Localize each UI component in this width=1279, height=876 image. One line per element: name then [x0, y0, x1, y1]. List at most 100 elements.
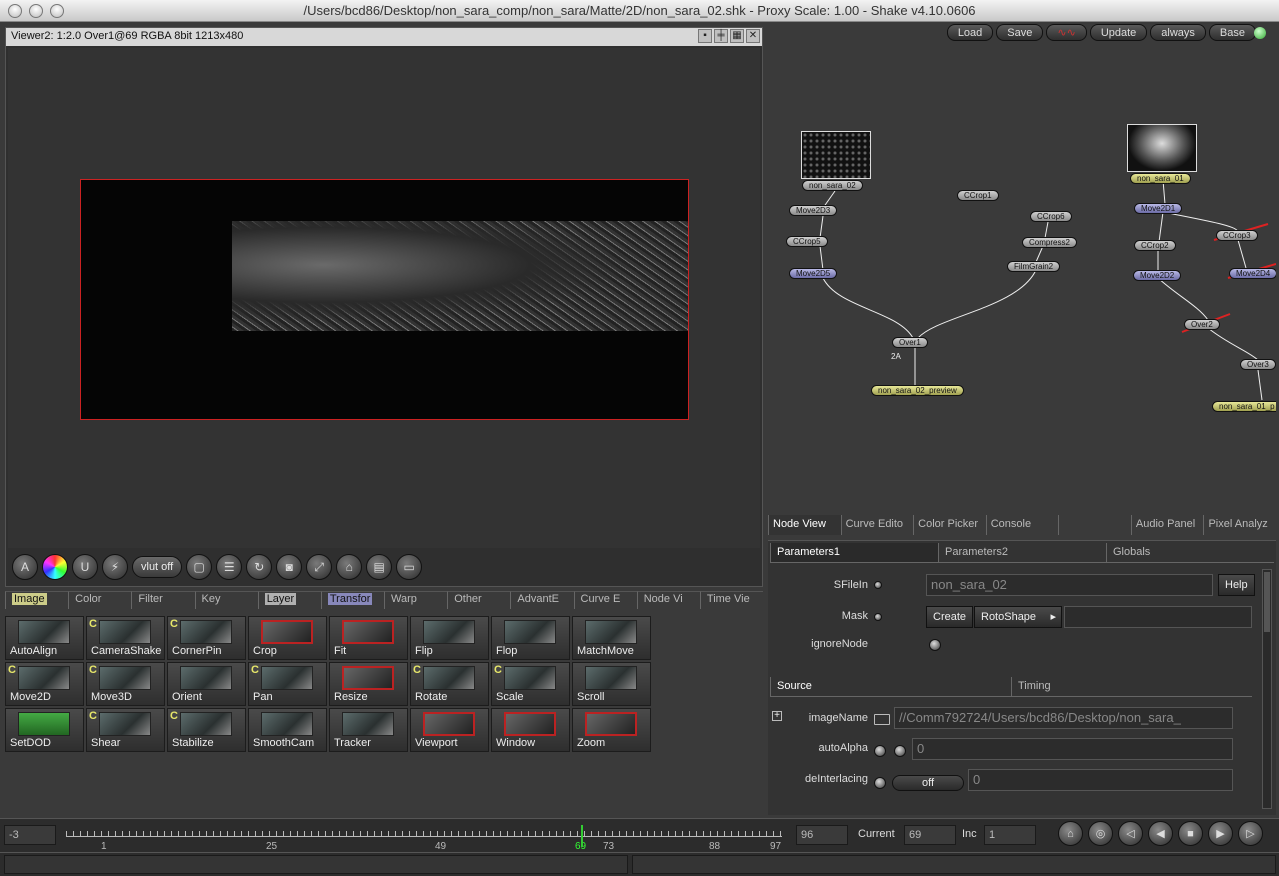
sfilein-name-field[interactable]: non_sara_02 — [926, 574, 1213, 596]
autoalpha-anim-icon[interactable] — [874, 745, 886, 757]
help-button[interactable]: Help — [1218, 574, 1255, 596]
tool-resize[interactable]: Resize — [329, 662, 408, 706]
tab-filter[interactable]: Filter — [131, 591, 195, 609]
node-ccrop5[interactable]: CCrop5 — [786, 236, 828, 247]
dod-frame-icon[interactable]: ▢ — [186, 554, 213, 580]
deinterlacing-field[interactable]: 0 — [968, 769, 1233, 791]
expand-icon[interactable]: + — [772, 711, 782, 721]
tool-zoom[interactable]: Zoom — [572, 708, 651, 752]
tab-key[interactable]: Key — [194, 591, 258, 609]
tab-globals[interactable]: Globals — [1106, 543, 1274, 563]
tab-audio-panel[interactable]: Audio Panel — [1130, 515, 1204, 535]
tool-tracker[interactable]: Tracker — [329, 708, 408, 752]
tab-image[interactable]: Image — [5, 591, 69, 609]
tool-flop[interactable]: Flop — [491, 616, 570, 660]
deinterlacing-anim-icon[interactable] — [874, 777, 886, 789]
autoalpha-field[interactable]: 0 — [912, 738, 1233, 760]
loop-mode-icon[interactable]: ◎ — [1088, 821, 1113, 846]
tool-move2d[interactable]: C Move2D — [5, 662, 84, 706]
stop-icon[interactable]: ■ — [1178, 821, 1203, 846]
play-forward-icon[interactable]: ▶ — [1208, 821, 1233, 846]
save-button[interactable]: Save — [996, 24, 1044, 41]
tool-smoothcam[interactable]: SmoothCam — [248, 708, 327, 752]
folder-icon[interactable] — [874, 714, 890, 725]
node-move2d5[interactable]: Move2D5 — [789, 268, 838, 279]
node-over2[interactable]: Over2 — [1184, 319, 1220, 330]
node-move2d4[interactable]: Move2D4 — [1229, 268, 1276, 279]
tab-parameters1[interactable]: Parameters1 — [770, 543, 938, 563]
tool-flip[interactable]: Flip — [410, 616, 489, 660]
node-compress2[interactable]: Compress2 — [1022, 237, 1077, 248]
keyframe-back-icon[interactable]: ◁ — [1118, 821, 1143, 846]
current-frame-field[interactable]: 69 — [904, 825, 956, 845]
monitor-icon[interactable]: ▭ — [396, 554, 423, 580]
node-non-sara-01[interactable]: non_sara_01 — [1130, 173, 1191, 184]
tool-scale[interactable]: C Scale — [491, 662, 570, 706]
tab-color-picker[interactable]: Color Picker — [913, 515, 986, 535]
color-wheel-icon[interactable] — [42, 554, 68, 580]
node-ccrop2[interactable]: CCrop2 — [1134, 240, 1176, 251]
compare-icon[interactable]: ☰ — [216, 554, 243, 580]
tab-timing[interactable]: Timing — [1011, 677, 1252, 697]
viewer-close-icon[interactable]: ✕ — [746, 29, 760, 43]
node-view[interactable]: non_sara_02 Move2D3 CCrop5 Move2D5 CCrop… — [768, 46, 1276, 514]
vlut-toggle[interactable]: vlut off — [132, 556, 183, 578]
node-move2d3[interactable]: Move2D3 — [789, 205, 838, 216]
sfilein-indicator-icon[interactable] — [874, 581, 882, 589]
node-ccrop1[interactable]: CCrop1 — [957, 190, 999, 201]
tool-autoalign[interactable]: AutoAlign — [5, 616, 84, 660]
tab-pixel-analyzer[interactable]: Pixel Analyz — [1203, 515, 1276, 535]
update-button[interactable]: Update — [1089, 24, 1148, 41]
play-backward-icon[interactable]: ◀ — [1148, 821, 1173, 846]
mask-node-field[interactable] — [1064, 606, 1252, 628]
fit-view-icon[interactable]: ⤢ — [306, 554, 333, 580]
node-filmgrain2[interactable]: FilmGrain2 — [1007, 261, 1061, 272]
tool-pan[interactable]: C Pan — [248, 662, 327, 706]
tool-scroll[interactable]: Scroll — [572, 662, 651, 706]
node-over1[interactable]: Over1 — [892, 337, 928, 348]
node-ccrop6[interactable]: CCrop6 — [1030, 211, 1072, 222]
viewer-grid-icon[interactable]: ▦ — [730, 29, 744, 43]
node-move2d1[interactable]: Move2D1 — [1134, 203, 1183, 214]
tab-other[interactable]: Other — [447, 591, 511, 609]
tool-setdod[interactable]: SetDOD — [5, 708, 84, 752]
non-sara-02-thumbnail[interactable] — [801, 131, 871, 179]
tool-fit[interactable]: Fit — [329, 616, 408, 660]
mask-create-button[interactable]: Create — [926, 606, 974, 628]
node-non-sara-02-preview[interactable]: non_sara_02_preview — [871, 385, 964, 396]
tab-curve-editor-panel[interactable]: Curve Edito — [840, 515, 914, 535]
lightning-icon[interactable]: ⚡ — [102, 554, 128, 580]
load-button[interactable]: Load — [946, 24, 994, 41]
tool-viewport[interactable]: Viewport — [410, 708, 489, 752]
tab-console[interactable]: Console — [985, 515, 1059, 535]
base-button[interactable]: Base — [1208, 24, 1256, 41]
tab-advanced[interactable]: AdvantE — [510, 591, 574, 609]
viewer-canvas[interactable] — [8, 48, 760, 548]
tab-node-view-panel[interactable]: Node View — [768, 515, 841, 535]
playhead[interactable] — [581, 825, 583, 847]
node-ccrop3[interactable]: CCrop3 — [1216, 230, 1258, 241]
home-frame-icon[interactable]: ⌂ — [1058, 821, 1083, 846]
tool-move3d[interactable]: C Move3D — [86, 662, 165, 706]
tool-shear[interactable]: C Shear — [86, 708, 165, 752]
increment-field[interactable]: 1 — [984, 825, 1036, 845]
node-non-sara-02[interactable]: non_sara_02 — [802, 180, 863, 191]
imagename-field[interactable]: //Comm792724/Users/bcd86/Desktop/non_sar… — [894, 707, 1233, 729]
viewer-layout-icon[interactable]: ▪ — [698, 29, 712, 43]
autoalpha-toggle[interactable] — [894, 745, 906, 757]
tool-camerashake[interactable]: C CameraShake — [86, 616, 165, 660]
alpha-channel-icon[interactable]: A — [12, 554, 38, 580]
tool-orient[interactable]: Orient — [167, 662, 246, 706]
keyframe-forward-icon[interactable]: ▷ — [1238, 821, 1263, 846]
mask-indicator-icon[interactable] — [874, 613, 882, 621]
tab-layer[interactable]: Layer — [257, 591, 321, 609]
roi-icon[interactable]: ◙ — [276, 554, 303, 580]
tool-crop[interactable]: Crop — [248, 616, 327, 660]
tab-node-view[interactable]: Node Vi — [636, 591, 700, 609]
mask-type-select[interactable]: RotoShape ▸ — [974, 606, 1062, 628]
node-non-sara-01-preview[interactable]: non_sara_01_p — [1212, 401, 1276, 412]
node-over3[interactable]: Over3 — [1240, 359, 1276, 370]
timeline-end-field[interactable]: 96 — [796, 825, 848, 845]
update-mode-button[interactable]: always — [1150, 24, 1206, 41]
curve-icon[interactable]: ∿∿ — [1046, 24, 1087, 41]
